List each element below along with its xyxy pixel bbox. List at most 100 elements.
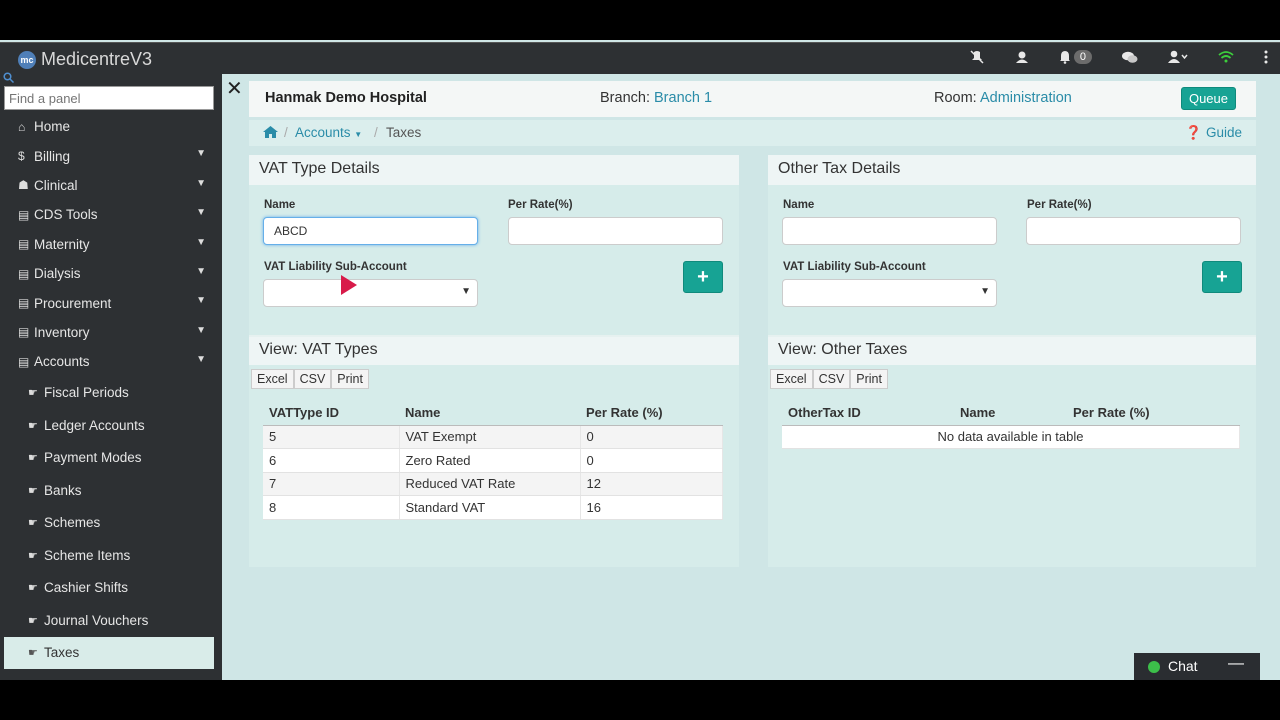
vat-rate-input[interactable] <box>508 217 723 245</box>
user-menu-icon[interactable] <box>1168 50 1188 64</box>
sidebar-item-label: CDS Tools <box>34 207 98 223</box>
csv-button[interactable]: CSV <box>812 369 851 389</box>
branch-link[interactable]: Branch 1 <box>654 90 712 106</box>
chevron-down-icon: ▼ <box>196 177 206 189</box>
column-header[interactable]: Per Rate (%) <box>580 401 723 426</box>
excel-button[interactable]: Excel <box>770 369 813 389</box>
context-header: Hanmak Demo Hospital Branch: Branch 1 Ro… <box>249 81 1256 117</box>
table-row[interactable]: 5 VAT Exempt 0 <box>263 425 723 449</box>
sidebar: ⌂ Home $ Billing ▼ ☗ Clinical ▼ ▤ CDS To… <box>0 72 222 680</box>
other-taxes-table: OtherTax ID Name Per Rate (%) No data av… <box>782 401 1240 449</box>
plus-icon: + <box>697 265 709 288</box>
breadcrumb-accounts[interactable]: Accounts ▼ <box>295 125 362 140</box>
top-navbar: mc MedicentreV3 0 <box>0 42 1280 74</box>
table-cell: 8 <box>263 495 400 520</box>
sidebar-sub-banks[interactable]: ☛ Banks <box>4 474 214 507</box>
sidebar-sub-scheme-items[interactable]: ☛ Scheme Items <box>4 539 214 572</box>
other-name-label: Name <box>783 199 815 211</box>
print-button[interactable]: Print <box>331 369 369 389</box>
add-other-tax-button[interactable]: + <box>1202 261 1242 293</box>
table-row[interactable]: 8 Standard VAT 16 <box>263 495 723 520</box>
vat-rate-label: Per Rate(%) <box>508 199 573 211</box>
vat-panel-title: VAT Type Details <box>249 155 739 185</box>
csv-button[interactable]: CSV <box>293 369 332 389</box>
chat-widget[interactable]: Chat — <box>1134 653 1260 680</box>
mouse-cursor-icon <box>341 275 357 295</box>
book-icon: ▤ <box>18 207 30 222</box>
sidebar-item-procurement[interactable]: ▤ Procurement ▼ <box>4 288 214 317</box>
hand-point-right-icon: ☛ <box>28 484 38 497</box>
vat-account-select[interactable]: ▼ <box>263 279 478 307</box>
breadcrumb-taxes: Taxes <box>386 125 422 140</box>
vat-types-table: VATType ID Name Per Rate (%) 5 VAT Exemp… <box>263 401 723 520</box>
table-cell: 5 <box>263 425 400 449</box>
sidebar-item-inventory[interactable]: ▤ Inventory ▼ <box>4 318 214 347</box>
column-header[interactable]: VATType ID <box>263 401 399 426</box>
minimize-icon[interactable]: — <box>1228 655 1244 673</box>
room-info: Room: Administration <box>934 90 1072 106</box>
guide-link[interactable]: ❓ Guide <box>1185 125 1242 141</box>
branch-info: Branch: Branch 1 <box>600 90 712 106</box>
table-header-row: OtherTax ID Name Per Rate (%) <box>782 401 1240 426</box>
breadcrumb-accounts-label: Accounts <box>295 125 351 140</box>
home-icon[interactable] <box>263 125 278 140</box>
close-sidebar-icon[interactable]: ✕ <box>226 76 243 101</box>
empty-table-message: No data available in table <box>782 425 1240 449</box>
other-name-input[interactable] <box>782 217 997 245</box>
room-link[interactable]: Administration <box>980 90 1072 106</box>
table-cell: Zero Rated <box>399 448 581 473</box>
sidebar-item-clinical[interactable]: ☗ Clinical ▼ <box>4 171 214 200</box>
column-header[interactable]: Name <box>954 401 1067 426</box>
brand[interactable]: mc MedicentreV3 <box>18 49 152 70</box>
brand-logo-icon: mc <box>18 50 36 69</box>
sidebar-sub-taxes[interactable]: ☛ Taxes <box>4 636 214 670</box>
app-frame: mc MedicentreV3 0 Find a panel ⌂ Home $ … <box>0 40 1280 680</box>
table-cell: 6 <box>263 448 400 473</box>
table-row[interactable]: 6 Zero Rated 0 <box>263 448 723 473</box>
app-title: MedicentreV3 <box>41 49 153 69</box>
other-rate-input[interactable] <box>1026 217 1241 245</box>
sidebar-item-billing[interactable]: $ Billing ▼ <box>4 141 214 170</box>
table-row[interactable]: 7 Reduced VAT Rate 12 <box>263 472 723 496</box>
sidebar-sub-schemes[interactable]: ☛ Schemes <box>4 507 214 540</box>
branch-label: Branch: <box>600 90 650 106</box>
chevron-down-icon: ▼ <box>196 207 206 219</box>
other-account-select[interactable]: ▼ <box>782 279 997 307</box>
mute-icon[interactable] <box>969 50 985 64</box>
vat-name-input[interactable] <box>263 217 478 245</box>
add-vat-button[interactable]: + <box>683 261 723 293</box>
queue-button[interactable]: Queue <box>1180 87 1236 110</box>
panel-search-input[interactable] <box>4 86 214 110</box>
home-icon: ⌂ <box>18 119 26 134</box>
column-header[interactable]: Name <box>399 401 580 426</box>
sidebar-item-cds-tools[interactable]: ▤ CDS Tools ▼ <box>4 200 214 229</box>
column-header[interactable]: Per Rate (%) <box>1067 401 1240 426</box>
chevron-down-icon: ▼ <box>196 295 206 307</box>
hand-point-right-icon: ☛ <box>28 387 38 400</box>
hand-point-right-icon: ☛ <box>28 549 38 562</box>
sidebar-item-dialysis[interactable]: ▤ Dialysis ▼ <box>4 259 214 288</box>
sidebar-item-home[interactable]: ⌂ Home <box>4 112 214 141</box>
sidebar-item-maternity[interactable]: ▤ Maternity ▼ <box>4 230 214 259</box>
book-icon: ▤ <box>18 296 30 311</box>
sidebar-item-label: Inventory <box>34 324 90 340</box>
bell-icon[interactable]: 0 <box>1059 50 1092 64</box>
user-circle-icon[interactable] <box>1015 50 1029 64</box>
sidebar-sub-label: Schemes <box>44 515 101 531</box>
column-header[interactable]: OtherTax ID <box>782 401 954 426</box>
table-cell: 7 <box>263 472 400 496</box>
print-button[interactable]: Print <box>850 369 888 389</box>
sidebar-sub-payment-modes[interactable]: ☛ Payment Modes <box>4 442 214 475</box>
sidebar-sub-cashier-shifts[interactable]: ☛ Cashier Shifts <box>4 572 214 605</box>
sidebar-sub-label: Payment Modes <box>44 450 142 466</box>
sidebar-sub-journal-vouchers[interactable]: ☛ Journal Vouchers <box>4 604 214 637</box>
sidebar-sub-ledger-accounts[interactable]: ☛ Ledger Accounts <box>4 409 214 442</box>
book-icon: ▤ <box>18 237 30 252</box>
more-vertical-icon[interactable] <box>1264 50 1268 64</box>
hand-point-right-icon: ☛ <box>28 517 38 530</box>
sidebar-sub-fiscal-periods[interactable]: ☛ Fiscal Periods <box>4 377 214 410</box>
table-cell: 0 <box>580 425 723 449</box>
sidebar-item-accounts[interactable]: ▤ Accounts ▼ <box>4 347 214 376</box>
excel-button[interactable]: Excel <box>251 369 294 389</box>
chat-bubbles-icon[interactable] <box>1122 51 1138 64</box>
